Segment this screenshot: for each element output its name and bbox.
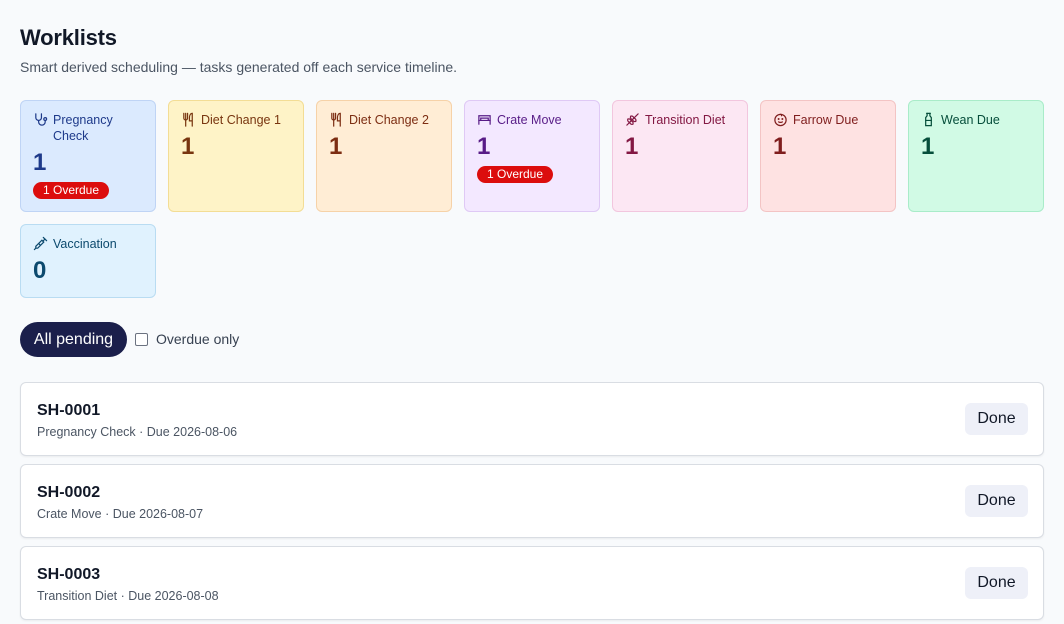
task-row: SH-0003 Transition Diet · Due 2026-08-08… — [20, 546, 1044, 620]
card-transition-diet[interactable]: Transition Diet 1 — [612, 100, 748, 212]
done-button[interactable]: Done — [965, 485, 1028, 517]
overdue-only-checkbox[interactable] — [135, 332, 148, 346]
card-wean-due[interactable]: Wean Due 1 — [908, 100, 1044, 212]
task-row: SH-0001 Pregnancy Check · Due 2026-08-06… — [20, 382, 1044, 456]
card-vaccination[interactable]: Vaccination 0 — [20, 224, 156, 298]
card-count: 1 — [921, 133, 935, 160]
done-button[interactable]: Done — [965, 403, 1028, 435]
overdue-badge: 1 Overdue — [477, 166, 554, 183]
card-count: 1 — [477, 133, 491, 160]
card-count: 1 — [33, 149, 47, 176]
stethoscope-icon — [33, 112, 48, 127]
card-count: 1 — [773, 133, 787, 160]
utensils-icon — [181, 112, 196, 127]
overdue-only-label: Overdue only — [156, 331, 240, 347]
task-id: SH-0002 — [37, 484, 101, 501]
task-id: SH-0003 — [37, 566, 101, 583]
card-crate-move[interactable]: Crate Move 1 1 Overdue — [464, 100, 600, 212]
done-button[interactable]: Done — [965, 567, 1028, 599]
card-label: Pregnancy Check — [53, 113, 113, 143]
card-count: 1 — [181, 133, 195, 160]
task-meta: Transition Diet · Due 2026-08-08 — [37, 589, 219, 603]
card-diet-change-2[interactable]: Diet Change 2 1 — [316, 100, 452, 212]
task-meta: Crate Move · Due 2026-08-07 — [37, 507, 204, 521]
overdue-badge: 1 Overdue — [33, 182, 110, 199]
milk-bottle-icon — [921, 112, 936, 127]
utensils-icon — [329, 112, 344, 127]
card-label: Diet Change 1 — [201, 113, 281, 127]
card-count: 0 — [33, 257, 47, 284]
worklists-page: Worklists Smart derived scheduling — tas… — [0, 0, 1064, 624]
card-label: Diet Change 2 — [349, 113, 429, 127]
card-diet-change-1[interactable]: Diet Change 1 1 — [168, 100, 304, 212]
task-id: SH-0001 — [37, 402, 101, 419]
card-count: 1 — [625, 133, 639, 160]
card-count: 1 — [329, 133, 343, 160]
card-label: Farrow Due — [793, 113, 859, 127]
card-pregnancy-check[interactable]: Pregnancy Check 1 1 Overdue — [20, 100, 156, 212]
bed-icon — [477, 112, 492, 127]
syringe-icon — [33, 236, 48, 251]
card-label: Vaccination — [53, 237, 117, 251]
wheat-icon — [625, 112, 640, 127]
card-farrow-due[interactable]: Farrow Due 1 — [760, 100, 896, 212]
page-subtitle: Smart derived scheduling — tasks generat… — [20, 59, 458, 75]
page-title: Worklists — [20, 25, 117, 50]
card-label: Wean Due — [941, 113, 1000, 127]
card-label: Crate Move — [497, 113, 562, 127]
task-row: SH-0002 Crate Move · Due 2026-08-07 Done — [20, 464, 1044, 538]
task-meta: Pregnancy Check · Due 2026-08-06 — [37, 425, 238, 439]
card-label: Transition Diet — [645, 113, 726, 127]
all-pending-button[interactable]: All pending — [20, 322, 127, 357]
overdue-only-filter[interactable]: Overdue only — [135, 331, 239, 347]
baby-icon — [773, 112, 788, 127]
